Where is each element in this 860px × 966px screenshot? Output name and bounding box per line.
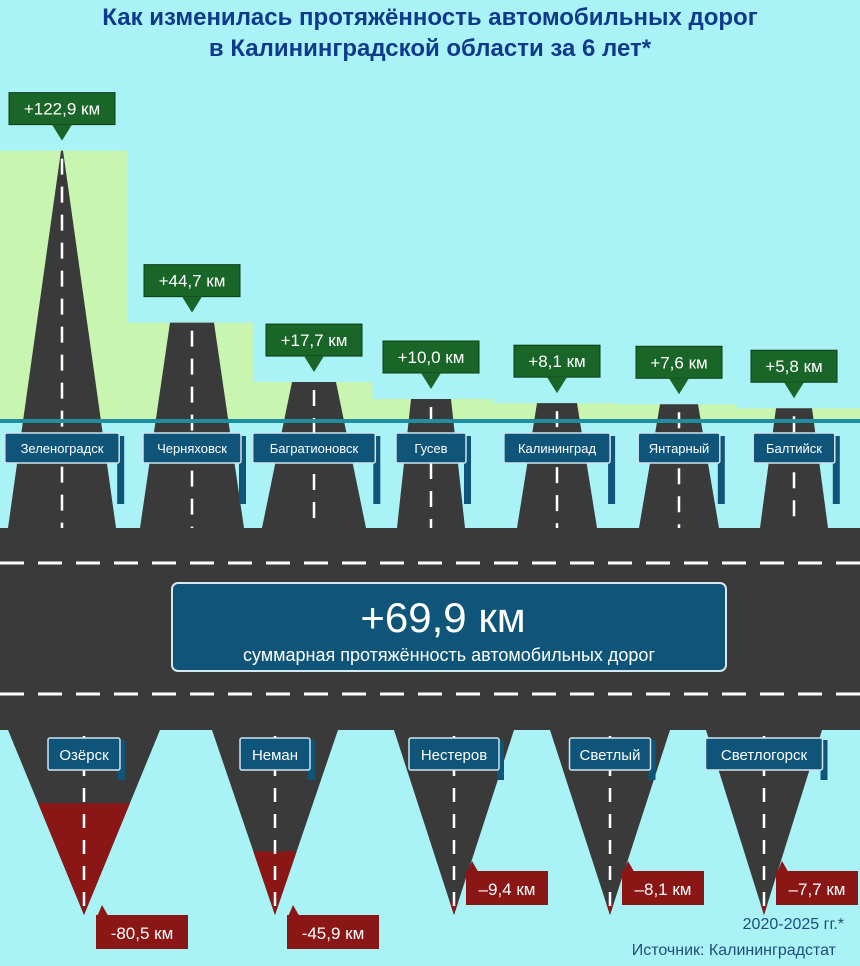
road-chart: +122,9 км +44,7 км +17,7 км +10,0 км +8,1 км… — [0, 92, 860, 949]
increase-label: +122,9 км — [24, 100, 100, 119]
total-value: +69,9 км — [360, 594, 525, 641]
city-name: Озёрск — [59, 747, 109, 764]
increase-label-pointer — [784, 382, 804, 399]
increase-label: +10,0 км — [398, 348, 465, 367]
title-line-1: Как изменилась протяжённость автомобильн… — [102, 4, 758, 31]
increase-label-pointer — [182, 296, 202, 313]
increase-label: +5,8 км — [765, 357, 822, 376]
decrease-label: -45,9 км — [302, 924, 365, 943]
city-name: Калининград — [518, 441, 596, 456]
increase-label: +8,1 км — [528, 352, 585, 371]
increase-label: +44,7 км — [159, 272, 226, 291]
increase-label-pointer — [669, 378, 689, 395]
increase-label-pointer — [52, 124, 72, 141]
city-name: Балтийск — [766, 441, 822, 456]
city-name: Светлогорск — [721, 747, 808, 764]
increase-label: +17,7 км — [281, 331, 348, 350]
infographic: +122,9 км +44,7 км +17,7 км +10,0 км +8,1 км… — [0, 0, 860, 966]
city-name: Черняховск — [157, 441, 227, 456]
source-note: Источник: Калининградстат — [631, 942, 836, 959]
period-note: 2020-2025 гг.* — [742, 916, 844, 933]
decrease-label: –8,1 км — [635, 880, 692, 899]
city-name: Гусев — [414, 441, 447, 456]
increase-label-pointer — [421, 373, 441, 389]
city-name: Светлый — [580, 747, 641, 764]
city-name: Янтарный — [649, 441, 710, 456]
increase-label: +7,6 км — [650, 353, 707, 372]
city-name: Неман — [252, 747, 298, 764]
decrease-label: –9,4 км — [479, 880, 536, 899]
title-line-2: в Калининградской области за 6 лет* — [208, 35, 652, 62]
city-name: Зеленоградск — [21, 441, 104, 456]
increase-label-pointer — [304, 356, 324, 373]
page-title: Как изменилась протяжённость автомобильн… — [0, 2, 860, 64]
baseline — [0, 419, 860, 423]
total-label: суммарная протяжённость автомобильных до… — [243, 645, 655, 665]
decrease-label: -80,5 км — [111, 924, 174, 943]
decrease-label: –7,7 км — [789, 880, 846, 899]
city-name: Багратионовск — [270, 441, 359, 456]
city-name: Нестеров — [421, 747, 487, 764]
increase-label-pointer — [547, 377, 567, 394]
